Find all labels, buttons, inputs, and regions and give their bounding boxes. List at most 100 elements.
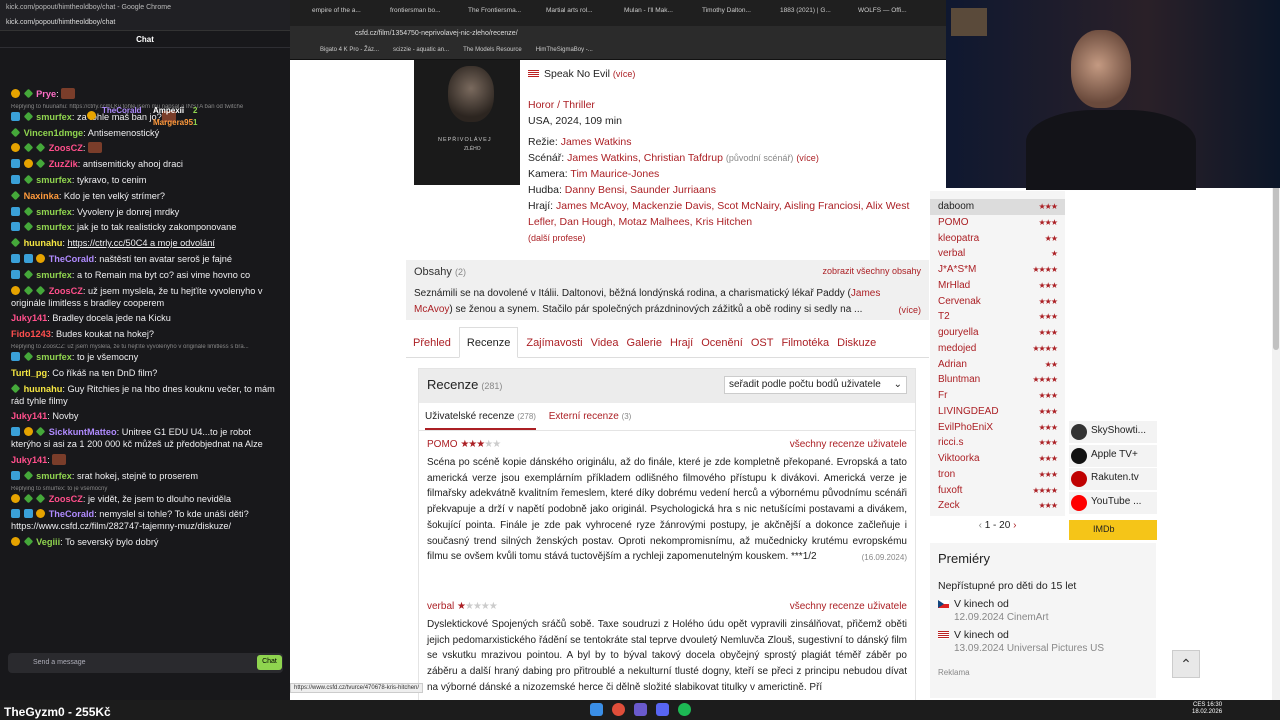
scroll-to-top-button[interactable]: ⌃ [1172, 650, 1200, 678]
chat-username[interactable]: huunahu [24, 384, 63, 394]
rating-user-name[interactable]: Fr [938, 390, 947, 401]
subnav-tab[interactable]: Videa [591, 337, 619, 349]
chat-username[interactable]: ZoosCZ [49, 494, 83, 504]
chat-username[interactable]: huunahu [24, 238, 63, 248]
chat-username[interactable]: Juky141 [11, 411, 47, 421]
rating-user-row[interactable]: Adrian ★★ [938, 357, 1058, 373]
chat-username[interactable]: Vincen1dmge [24, 128, 84, 138]
rating-user-row[interactable]: medojed ★★★★ [938, 341, 1058, 357]
all-user-reviews-link[interactable]: všechny recenze uživatele [790, 439, 907, 450]
chat-username[interactable]: Turtl_pg [11, 368, 47, 378]
review-author[interactable]: verbal [427, 601, 454, 612]
subnav-tab[interactable]: Přehled [413, 337, 451, 349]
rating-user-row[interactable]: Zeck ★★★ [938, 498, 1058, 514]
rating-user-row[interactable]: Viktoorka ★★★ [938, 451, 1058, 467]
windows-start-icon[interactable] [590, 703, 603, 716]
rating-user-name[interactable]: fuxoft [938, 485, 962, 496]
plot-more-link[interactable]: (více) [899, 302, 922, 318]
discord-icon[interactable] [656, 703, 669, 716]
rating-user-name[interactable]: EvilPhoEniX [938, 422, 993, 433]
subnav-tab[interactable]: Galerie [627, 337, 662, 349]
tab-user-reviews[interactable]: Uživatelské recenze (278) [425, 411, 536, 430]
rating-user-row[interactable]: LIVINGDEAD ★★★ [938, 404, 1058, 420]
tab-external-reviews[interactable]: Externí recenze (3) [549, 411, 632, 422]
rating-user-name[interactable]: J*A*S*M [938, 264, 976, 275]
review-author[interactable]: POMO [427, 439, 458, 450]
chat-username[interactable]: smurfex [36, 352, 72, 362]
chat-username[interactable]: Prye [36, 89, 56, 99]
chat-username[interactable]: ZoosCZ [49, 143, 83, 153]
tray-date[interactable]: 18.02.2026 [1192, 709, 1222, 716]
spotify-icon[interactable] [678, 703, 691, 716]
writers-link[interactable]: James Watkins, Christian Tafdrup [567, 152, 723, 164]
bookmark-item[interactable]: HimTheSigmaBoy -... [536, 47, 593, 53]
plot-actor-link[interactable]: James [851, 288, 880, 299]
browser-tab[interactable]: Martial arts rol... [546, 7, 618, 21]
chat-username[interactable]: SickkuntMatteo [49, 427, 117, 437]
browser-tab[interactable]: WOLFS — Offi... [858, 7, 930, 21]
bookmark-item[interactable]: Bigato 4 K Pro - Žáz... [320, 47, 379, 53]
chat-text[interactable]: https://ctrly.cc/50C4 a moje odvolání [67, 238, 214, 248]
subnav-tab[interactable]: Hrají [670, 337, 693, 349]
film-poster[interactable]: NEPŘIVOLÁVEJ ZLÉHO [414, 60, 520, 185]
camera-link[interactable]: Tim Maurice-Jones [570, 168, 659, 180]
chrome-icon[interactable] [612, 703, 625, 716]
all-plots-link[interactable]: zobrazit všechny obsahy [822, 266, 921, 276]
rating-user-name[interactable]: tron [938, 469, 955, 480]
tray-lang[interactable]: CES [1193, 702, 1205, 708]
chat-username[interactable]: Fido1243 [11, 329, 51, 339]
obs-icon[interactable] [634, 703, 647, 716]
browser-tab[interactable]: frontiersman bo... [390, 7, 462, 21]
director-link[interactable]: James Watkins [561, 136, 632, 148]
vod-provider[interactable]: SkyShowti... [1069, 421, 1157, 443]
rating-user-name[interactable]: daboom [938, 201, 974, 212]
bookmark-item[interactable]: scizzie - aquatic an... [393, 47, 449, 53]
rating-user-row[interactable]: J*A*S*M ★★★★ [938, 262, 1058, 278]
cast-links[interactable]: James McAvoy, Mackenzie Davis, Scot McNa… [528, 200, 909, 228]
rating-user-name[interactable]: LIVINGDEAD [938, 406, 999, 417]
rating-user-name[interactable]: Zeck [938, 500, 960, 511]
rating-user-name[interactable]: T2 [938, 311, 950, 322]
subnav-tab[interactable]: Zajímavosti [526, 337, 582, 349]
leaderboard-second[interactable]: Ampexii [153, 106, 184, 115]
rating-user-row[interactable]: tron ★★★ [938, 467, 1058, 483]
tray-time[interactable]: 16:30 [1207, 702, 1222, 708]
bookmark-item[interactable]: The Models Resource [463, 47, 522, 53]
chat-username[interactable]: Juky141 [11, 455, 47, 465]
vod-provider[interactable]: Rakuten.tv [1069, 468, 1157, 490]
subnav-tab[interactable]: Diskuze [837, 337, 876, 349]
chat-username[interactable]: smurfex [36, 175, 72, 185]
rating-user-row[interactable]: gouryella ★★★ [938, 325, 1058, 341]
next-page-icon[interactable]: › [1013, 520, 1016, 531]
more-titles-link[interactable]: (více) [613, 69, 636, 79]
rating-user-name[interactable]: POMO [938, 217, 969, 228]
chat-username[interactable]: Naxinka [24, 191, 59, 201]
prev-page-icon[interactable]: ‹ [979, 520, 982, 531]
browser-tab[interactable]: 1883 (2021) | G... [780, 7, 852, 21]
rating-user-name[interactable]: Cervenak [938, 296, 981, 307]
chat-username[interactable]: Vegiii [36, 537, 60, 547]
rating-user-name[interactable]: kleopatra [938, 233, 979, 244]
leaderboard-third[interactable]: Margera95 [153, 118, 193, 127]
rating-user-name[interactable]: verbal [938, 248, 965, 259]
address-bar[interactable]: csfd.cz/film/1354750-neprivolavej-nic-zl… [290, 26, 946, 44]
chat-username[interactable]: smurfex [36, 471, 72, 481]
rating-user-name[interactable]: Adrian [938, 359, 967, 370]
all-user-reviews-link[interactable]: všechny recenze uživatele [790, 601, 907, 612]
chat-input[interactable]: Send a message [8, 653, 283, 673]
rating-user-row[interactable]: EvilPhoEniX ★★★ [938, 420, 1058, 436]
subnav-tab[interactable]: Filmotéka [781, 337, 829, 349]
genre[interactable]: Horor / Thriller [528, 97, 595, 113]
vod-provider[interactable]: YouTube ... [1069, 491, 1157, 514]
subnav-tab[interactable]: Ocenění [701, 337, 743, 349]
writers-more[interactable]: (více) [796, 153, 819, 163]
rating-user-row[interactable]: POMO ★★★ [938, 215, 1058, 231]
rating-user-row[interactable]: kleopatra ★★ [938, 231, 1058, 247]
chat-username[interactable]: smurfex [36, 222, 72, 232]
rating-user-row[interactable]: ricci.s ★★★ [938, 435, 1058, 451]
rating-user-row[interactable]: Bluntman ★★★★ [938, 372, 1058, 388]
sort-select[interactable]: seřadit podle počtu bodů uživatele ⌄ [724, 376, 907, 394]
chat-username[interactable]: TheCoraId [49, 254, 94, 264]
rating-user-name[interactable]: MrHlad [938, 280, 970, 291]
music-link[interactable]: Danny Bensi, Saunder Jurriaans [565, 184, 716, 196]
